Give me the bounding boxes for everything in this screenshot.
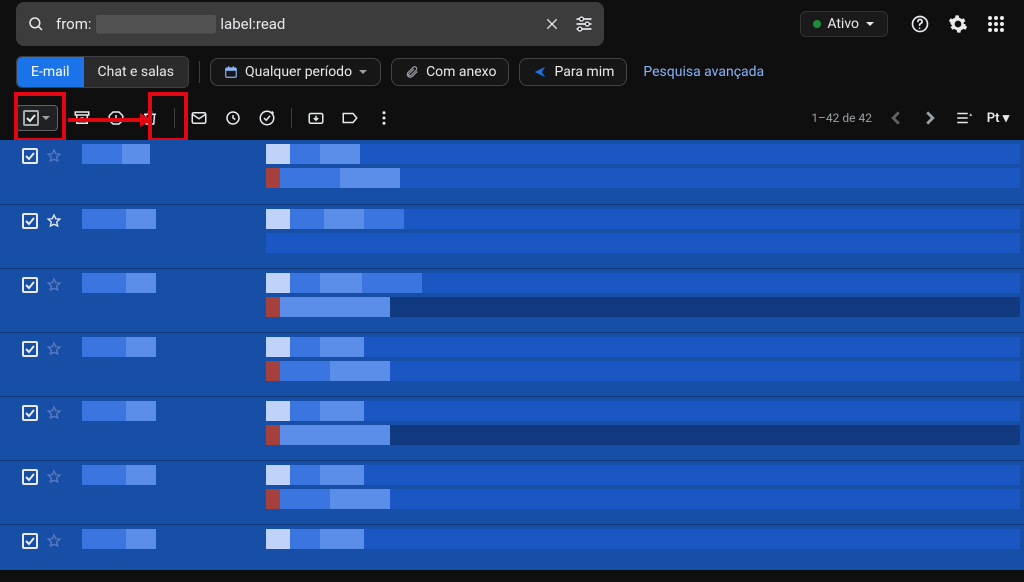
more-icon[interactable] bbox=[374, 108, 394, 128]
star-icon[interactable] bbox=[46, 533, 62, 549]
message-row[interactable] bbox=[0, 204, 1024, 268]
chip-any-time[interactable]: Qualquer período bbox=[210, 58, 381, 86]
search-prefix: from: bbox=[56, 15, 92, 33]
gear-icon[interactable] bbox=[946, 12, 970, 36]
header-row: from: ███████████ label:read Ativo bbox=[0, 0, 1024, 48]
add-task-icon[interactable] bbox=[257, 108, 277, 128]
move-to-icon[interactable] bbox=[306, 108, 326, 128]
snooze-icon[interactable] bbox=[223, 108, 243, 128]
chip-label: Qualquer período bbox=[245, 64, 352, 80]
chip-label: Para mim bbox=[554, 64, 614, 80]
tab-group: E-mail Chat e salas bbox=[16, 56, 189, 88]
star-icon[interactable] bbox=[46, 277, 62, 293]
input-tools-icon[interactable]: Pt ▾ bbox=[988, 108, 1008, 128]
row-checkbox[interactable] bbox=[22, 213, 38, 229]
help-icon[interactable] bbox=[908, 12, 932, 36]
clear-search-icon[interactable] bbox=[540, 16, 564, 32]
chip-label: Com anexo bbox=[426, 64, 496, 80]
tab-email[interactable]: E-mail bbox=[17, 57, 84, 87]
message-row[interactable] bbox=[0, 268, 1024, 332]
row-checkbox[interactable] bbox=[22, 277, 38, 293]
status-pill[interactable]: Ativo bbox=[800, 11, 888, 37]
advanced-search-link[interactable]: Pesquisa avançada bbox=[637, 64, 764, 80]
attachment-icon bbox=[404, 64, 420, 80]
star-icon[interactable] bbox=[46, 469, 62, 485]
row-checkbox[interactable] bbox=[22, 148, 38, 164]
status-dot-icon bbox=[813, 20, 821, 28]
mark-unread-icon[interactable] bbox=[189, 108, 209, 128]
pager-range: 1–42 de 42 bbox=[811, 111, 872, 125]
chip-to-me[interactable]: Para mim bbox=[519, 58, 627, 86]
row-checkbox[interactable] bbox=[22, 533, 38, 549]
annotation-arrow bbox=[68, 118, 150, 122]
to-me-icon bbox=[532, 64, 548, 80]
message-list bbox=[0, 140, 1024, 570]
next-page-icon[interactable] bbox=[920, 108, 940, 128]
status-label: Ativo bbox=[827, 16, 859, 32]
chevron-down-icon bbox=[358, 67, 368, 77]
prev-page-icon[interactable] bbox=[886, 108, 906, 128]
star-icon[interactable] bbox=[46, 341, 62, 357]
divider bbox=[199, 61, 200, 83]
select-all-checkbox[interactable] bbox=[16, 105, 58, 131]
header-icons bbox=[900, 12, 1008, 36]
search-icon bbox=[24, 15, 48, 33]
labels-icon[interactable] bbox=[340, 108, 360, 128]
message-row[interactable] bbox=[0, 396, 1024, 460]
message-row[interactable] bbox=[0, 524, 1024, 570]
search-suffix: label:read bbox=[220, 15, 285, 33]
row-checkbox[interactable] bbox=[22, 405, 38, 421]
row-checkbox[interactable] bbox=[22, 341, 38, 357]
filter-row: E-mail Chat e salas Qualquer período Com… bbox=[0, 48, 1024, 96]
search-query: from: ███████████ label:read bbox=[48, 15, 540, 33]
calendar-icon bbox=[223, 64, 239, 80]
search-redacted: ███████████ bbox=[96, 15, 217, 33]
search-options-icon[interactable] bbox=[572, 14, 596, 34]
toolbar: 1–42 de 42 Pt ▾ bbox=[0, 96, 1024, 140]
search-bar[interactable]: from: ███████████ label:read bbox=[16, 2, 604, 46]
message-row[interactable] bbox=[0, 140, 1024, 204]
tab-chat[interactable]: Chat e salas bbox=[84, 57, 188, 87]
message-row[interactable] bbox=[0, 460, 1024, 524]
message-row[interactable] bbox=[0, 332, 1024, 396]
star-icon[interactable] bbox=[46, 405, 62, 421]
chevron-down-icon bbox=[41, 113, 51, 123]
row-checkbox[interactable] bbox=[22, 469, 38, 485]
star-icon[interactable] bbox=[46, 148, 62, 164]
chip-has-attachment[interactable]: Com anexo bbox=[391, 58, 509, 86]
apps-grid-icon[interactable] bbox=[984, 12, 1008, 36]
density-icon[interactable] bbox=[954, 108, 974, 128]
star-icon[interactable] bbox=[46, 213, 62, 229]
chevron-down-icon bbox=[865, 19, 875, 29]
